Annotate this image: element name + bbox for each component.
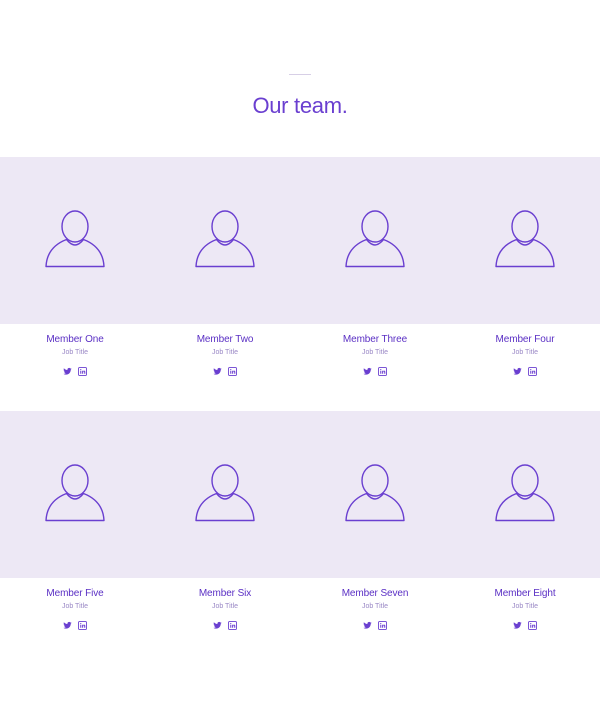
linkedin-icon[interactable] <box>228 621 237 631</box>
member-job-title: Job Title <box>61 603 89 610</box>
twitter-icon[interactable] <box>63 621 72 631</box>
twitter-icon[interactable] <box>513 367 522 377</box>
member-socials <box>150 621 300 631</box>
section-title: Our team. <box>252 93 348 118</box>
member-job-title: Job Title <box>361 603 389 610</box>
member-name: Member Two <box>196 334 254 345</box>
member-name: Member One <box>46 334 104 345</box>
member-socials <box>150 367 300 377</box>
linkedin-icon[interactable] <box>528 367 537 377</box>
person-icon <box>45 210 105 270</box>
linkedin-icon[interactable] <box>528 621 537 631</box>
person-icon <box>345 210 405 270</box>
linkedin-icon[interactable] <box>378 367 387 377</box>
person-icon <box>195 210 255 270</box>
member-name: Member Six <box>198 588 252 599</box>
person-icon <box>495 464 555 524</box>
twitter-icon[interactable] <box>363 367 372 377</box>
twitter-icon[interactable] <box>213 621 222 631</box>
member-job-title: Job Title <box>61 349 89 356</box>
member-job-title: Job Title <box>211 349 239 356</box>
title-divider <box>289 74 311 75</box>
member-name: Member Four <box>495 334 555 345</box>
member-socials <box>450 367 600 377</box>
member-job-title: Job Title <box>211 603 239 610</box>
linkedin-icon[interactable] <box>378 621 387 631</box>
linkedin-icon[interactable] <box>78 367 87 377</box>
person-icon <box>495 210 555 270</box>
person-icon <box>345 464 405 524</box>
twitter-icon[interactable] <box>513 621 522 631</box>
linkedin-icon[interactable] <box>228 367 237 377</box>
member-socials <box>450 621 600 631</box>
member-socials <box>300 621 450 631</box>
person-icon <box>45 464 105 524</box>
member-job-title: Job Title <box>361 349 389 356</box>
twitter-icon[interactable] <box>363 621 372 631</box>
member-name: Member Seven <box>341 588 409 599</box>
member-name: Member Eight <box>494 588 556 599</box>
member-socials <box>0 621 150 631</box>
member-socials <box>300 367 450 377</box>
member-name: Member Five <box>46 588 104 599</box>
twitter-icon[interactable] <box>63 367 72 377</box>
twitter-icon[interactable] <box>213 367 222 377</box>
member-socials <box>0 367 150 377</box>
member-name: Member Three <box>342 334 408 345</box>
linkedin-icon[interactable] <box>78 621 87 631</box>
member-job-title: Job Title <box>511 603 539 610</box>
person-icon <box>195 464 255 524</box>
member-job-title: Job Title <box>511 349 539 356</box>
